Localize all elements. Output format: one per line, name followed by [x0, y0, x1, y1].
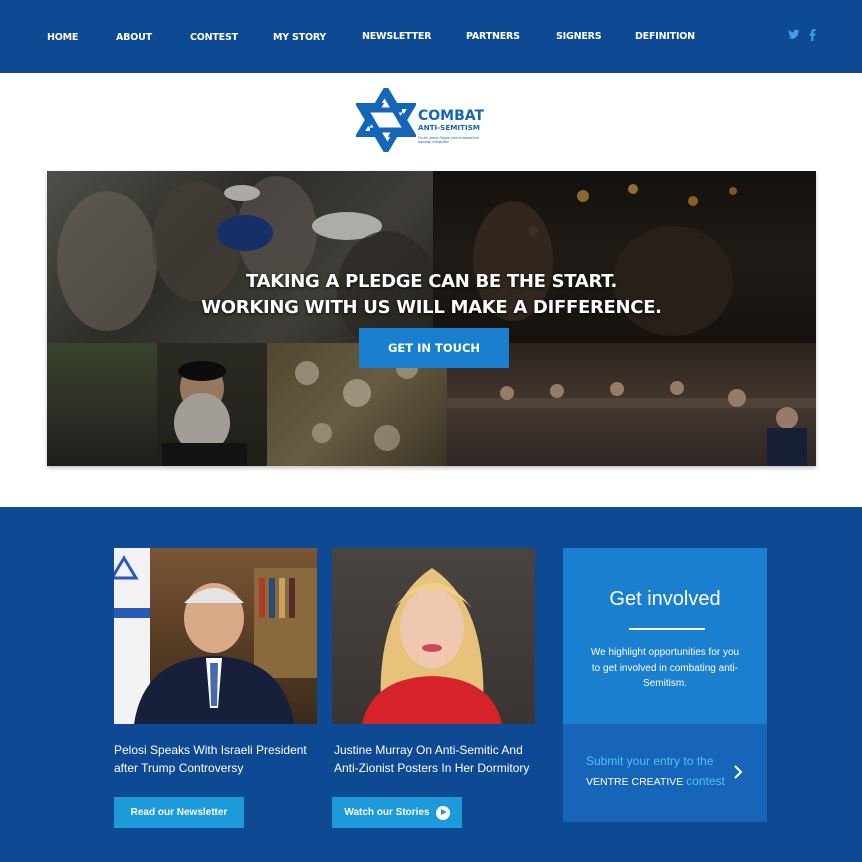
watch-stories-label: Watch our Stories [344, 807, 430, 818]
nav-newsletter[interactable]: NEWSLETTER [362, 31, 431, 42]
top-nav: HOME ABOUT CONTEST MY STORY NEWSLETTER P… [0, 0, 862, 73]
get-involved-title: Get involved [609, 588, 721, 610]
read-newsletter-button[interactable]: Read our Newsletter [114, 797, 244, 828]
nav-my-story[interactable]: MY STORY [273, 32, 326, 43]
title-divider [629, 628, 705, 630]
hero-overlay [47, 171, 816, 466]
get-involved-card: Get involved We highlight opportunities … [563, 548, 767, 822]
logo-tagline: For the Jewish People, their homeland an… [418, 136, 479, 144]
nav-signers[interactable]: SIGNERS [556, 31, 602, 42]
nav-contest[interactable]: CONTEST [190, 32, 238, 43]
logo-title: COMBAT [418, 108, 485, 124]
submit-entry-line1: Submit your entry to the [586, 754, 714, 768]
nav-definition[interactable]: DEFINITION [635, 31, 695, 42]
play-icon [435, 805, 450, 820]
president-photo[interactable] [114, 548, 317, 724]
star-of-david-icon [356, 88, 416, 152]
justine-murray-photo[interactable] [332, 548, 535, 724]
chevron-right-icon [734, 765, 743, 779]
nav-about[interactable]: ABOUT [116, 32, 152, 43]
facebook-icon[interactable] [809, 29, 816, 44]
contest-word: contest [686, 774, 725, 788]
hero-headline-2: WORKING WITH US WILL MAKE A DIFFERENCE. [201, 297, 662, 318]
submit-entry-link[interactable]: Submit your entry to the VENTRE CREATIVE… [563, 724, 767, 822]
logo-subtitle: ANTI-SEMITISM [418, 123, 480, 132]
twitter-icon[interactable] [788, 29, 800, 43]
submit-entry-line2: VENTRE CREATIVE contest [586, 774, 725, 788]
combat-antisemitism-logo[interactable]: COMBAT ANTI-SEMITISM For the Jewish Peop… [356, 88, 516, 152]
hero-banner: TAKING A PLEDGE CAN BE THE START. WORKIN… [47, 171, 816, 466]
nav-partners[interactable]: PARTNERS [466, 31, 520, 42]
watch-stories-button[interactable]: Watch our Stories [332, 797, 462, 828]
contest-name: VENTRE CREATIVE [586, 776, 684, 788]
get-in-touch-button[interactable]: GET IN TOUCH [359, 328, 509, 368]
get-involved-text: We highlight opportunities for you to ge… [590, 647, 740, 689]
story-caption-2[interactable]: Justine Murray On Anti-Semitic And Anti-… [334, 741, 544, 777]
hero-headline-1: TAKING A PLEDGE CAN BE THE START. [246, 271, 617, 292]
story-caption-1[interactable]: Pelosi Speaks With Israeli President aft… [114, 741, 324, 777]
nav-home[interactable]: HOME [47, 32, 78, 43]
